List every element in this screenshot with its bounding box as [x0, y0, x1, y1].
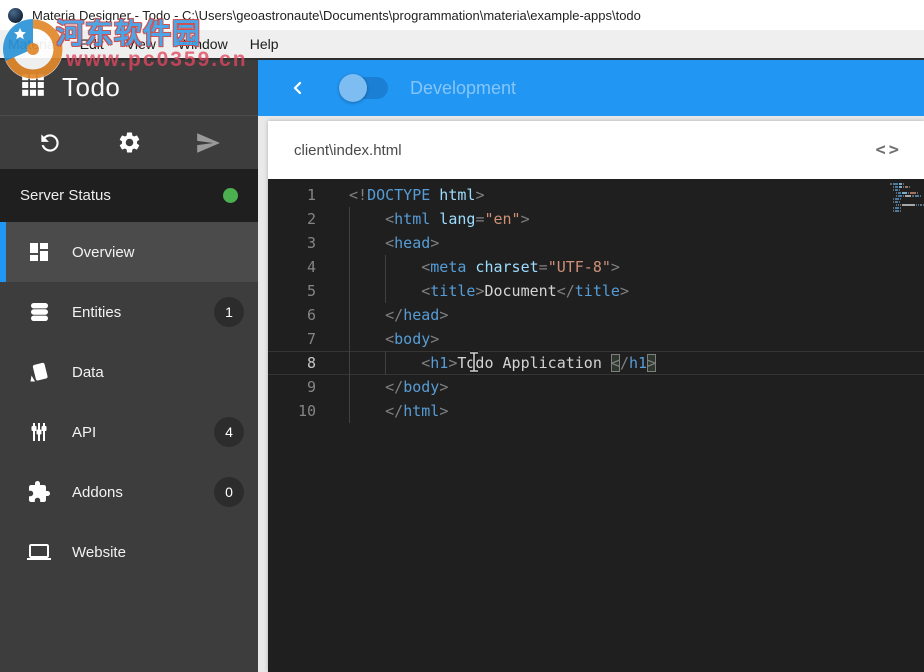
editor-workspace: client\index.html <> 1<!DOCTYPE html>2 <…: [258, 116, 924, 672]
line-number: 1: [268, 183, 316, 207]
sidebar-header: Todo: [0, 60, 258, 116]
data-card-icon: [26, 359, 52, 385]
addons-count-badge: 0: [214, 477, 244, 507]
file-path: client\index.html: [294, 142, 402, 159]
mode-label: Development: [410, 78, 516, 99]
sidebar-item-overview[interactable]: Overview: [0, 222, 258, 282]
sidebar-nav: Overview Entities 1: [0, 222, 258, 672]
dashboard-icon: [26, 239, 52, 265]
entities-count-badge: 1: [214, 297, 244, 327]
laptop-icon: [26, 539, 52, 565]
database-icon: [26, 299, 52, 325]
line-number: 5: [268, 279, 316, 303]
sidebar-item-label: Overview: [72, 244, 135, 261]
app-title: Todo: [62, 72, 120, 103]
mode-toggle-knob: [339, 74, 367, 102]
menu-item-view[interactable]: View: [115, 36, 167, 52]
line-number: 2: [268, 207, 316, 231]
line-number: 7: [268, 327, 316, 351]
apps-grid-icon: [20, 72, 46, 103]
code-line[interactable]: 4 <meta charset="UTF-8">: [268, 255, 924, 279]
server-status-label: Server Status: [20, 187, 111, 204]
sidebar-toolbar: [0, 116, 258, 169]
line-number: 6: [268, 303, 316, 327]
sidebar-item-label: Data: [72, 364, 104, 381]
line-number: 8: [268, 351, 316, 375]
code-line[interactable]: 10 </html>: [268, 399, 924, 423]
sidebar-item-label: Addons: [72, 484, 123, 501]
editor-card: client\index.html <> 1<!DOCTYPE html>2 <…: [268, 121, 924, 672]
code-line[interactable]: 1<!DOCTYPE html>: [268, 183, 924, 207]
code-line[interactable]: 8 <h1>Todo Application </h1>: [268, 351, 924, 375]
send-icon[interactable]: [194, 129, 222, 157]
menu-item-window[interactable]: Window: [167, 36, 239, 52]
code-brackets-icon[interactable]: <>: [876, 140, 902, 160]
code-line[interactable]: 3 <head>: [268, 231, 924, 255]
code-line[interactable]: 2 <html lang="en">: [268, 207, 924, 231]
menu-item-help[interactable]: Help: [239, 36, 290, 52]
sidebar-item-label: Entities: [72, 304, 121, 321]
main-area: Todo Server Status: [0, 58, 924, 672]
line-number: 10: [268, 399, 316, 423]
editor-header: client\index.html <>: [268, 121, 924, 179]
puzzle-icon: [26, 479, 52, 505]
menu-item-materia[interactable]: Materia: [8, 36, 69, 52]
sidebar-item-entities[interactable]: Entities 1: [0, 282, 258, 342]
sidebar: Todo Server Status: [0, 60, 258, 672]
code-line[interactable]: 5 <title>Document</title>: [268, 279, 924, 303]
menu-bar: Materia Edit View Window Help: [0, 30, 924, 58]
code-line[interactable]: 7 <body>: [268, 327, 924, 351]
sidebar-item-website[interactable]: Website: [0, 522, 258, 582]
content-area: Development client\index.html <> 1<!DOCT…: [258, 60, 924, 672]
menu-item-edit[interactable]: Edit: [69, 36, 115, 52]
api-count-badge: 4: [214, 417, 244, 447]
title-bar: Materia Designer - Todo - C:\Users\geoas…: [0, 0, 924, 30]
chevron-left-icon[interactable]: [290, 76, 308, 100]
sliders-icon: [26, 419, 52, 445]
refresh-icon[interactable]: [36, 129, 64, 157]
ibeam-mouse-cursor: [468, 351, 480, 380]
window-title: Materia Designer - Todo - C:\Users\geoas…: [32, 8, 641, 23]
line-number: 9: [268, 375, 316, 399]
minimap[interactable]: [890, 183, 922, 213]
line-number: 4: [268, 255, 316, 279]
settings-gear-icon[interactable]: [115, 129, 143, 157]
sidebar-item-api[interactable]: API 4: [0, 402, 258, 462]
sidebar-item-label: Website: [72, 544, 126, 561]
sidebar-item-label: API: [72, 424, 96, 441]
mode-header-bar: Development: [258, 60, 924, 116]
code-line[interactable]: 6 </head>: [268, 303, 924, 327]
mode-toggle[interactable]: [342, 77, 388, 99]
sidebar-item-data[interactable]: Data: [0, 342, 258, 402]
app-icon: [8, 8, 23, 23]
sidebar-item-addons[interactable]: Addons 0: [0, 462, 258, 522]
server-status-row: Server Status: [0, 169, 258, 222]
code-line[interactable]: 9 </body>: [268, 375, 924, 399]
server-status-indicator: [223, 188, 238, 203]
line-number: 3: [268, 231, 316, 255]
code-lines: 1<!DOCTYPE html>2 <html lang="en">3 <hea…: [268, 183, 924, 423]
code-editor[interactable]: 1<!DOCTYPE html>2 <html lang="en">3 <hea…: [268, 179, 924, 672]
